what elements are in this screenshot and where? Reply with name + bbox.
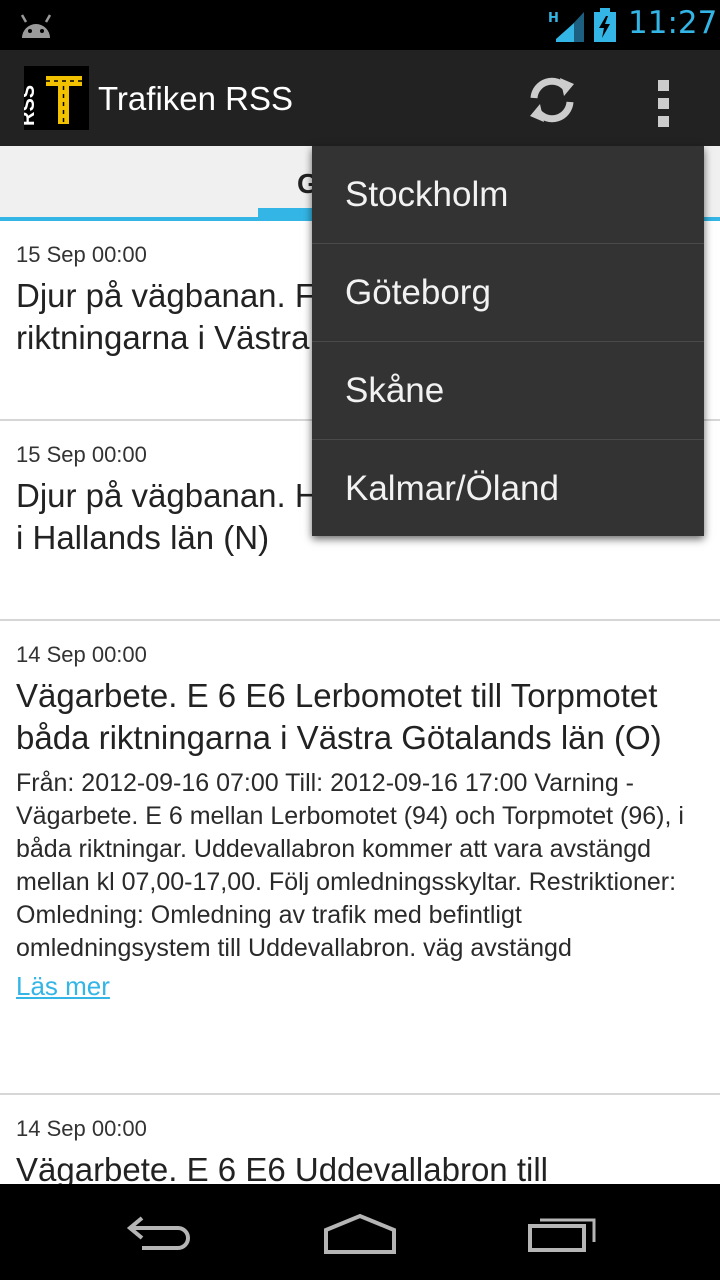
back-button[interactable] xyxy=(120,1204,200,1260)
app-logo: RSS xyxy=(17,66,89,130)
signal-icon: H xyxy=(548,11,584,42)
menu-item-goteborg[interactable]: Göteborg xyxy=(312,244,704,341)
app-title: Trafiken RSS xyxy=(98,80,294,117)
action-bar: RSS Trafiken RSS xyxy=(0,50,720,146)
news-item[interactable]: 14 Sep 00:00 Vägarbete. E 6 E6 Uddevalla… xyxy=(0,1095,720,1184)
item-title: Vägarbete. E 6 E6 Uddevallabron till xyxy=(16,1151,548,1184)
item-date: 14 Sep 00:00 xyxy=(16,642,147,667)
menu-item-kalmar-oland[interactable]: Kalmar/Öland xyxy=(312,440,704,537)
item-date: 14 Sep 00:00 xyxy=(16,1116,147,1141)
menu-item-skane[interactable]: Skåne xyxy=(312,342,704,439)
read-more-link[interactable]: Läs mer xyxy=(16,969,110,1003)
logo-text: RSS xyxy=(24,85,39,126)
status-bar: H 11:27 xyxy=(0,0,720,50)
status-clock: 11:27 xyxy=(628,5,718,41)
home-button[interactable] xyxy=(320,1204,400,1260)
recent-apps-icon xyxy=(528,1218,596,1252)
region-popup-menu: Stockholm Göteborg Skåne Kalmar/Öland xyxy=(312,146,704,536)
navigation-bar xyxy=(0,1184,720,1280)
news-item[interactable]: 14 Sep 00:00 Vägarbete. E 6 E6 Lerbomote… xyxy=(0,621,720,1095)
item-description: Från: 2012-09-16 07:00 Till: 2012-09-16 … xyxy=(16,769,684,962)
android-icon xyxy=(20,14,52,38)
menu-item-stockholm[interactable]: Stockholm xyxy=(312,146,704,243)
network-type-label: H xyxy=(548,11,559,26)
refresh-icon xyxy=(530,77,574,123)
item-title: Vägarbete. E 6 E6 Lerbomotet till Torpmo… xyxy=(16,677,662,756)
overflow-menu-button[interactable] xyxy=(640,68,688,132)
battery-charging-icon xyxy=(594,8,616,42)
recent-apps-button[interactable] xyxy=(522,1204,602,1260)
back-icon xyxy=(126,1216,190,1250)
refresh-button[interactable] xyxy=(520,68,584,132)
home-icon xyxy=(324,1213,396,1254)
